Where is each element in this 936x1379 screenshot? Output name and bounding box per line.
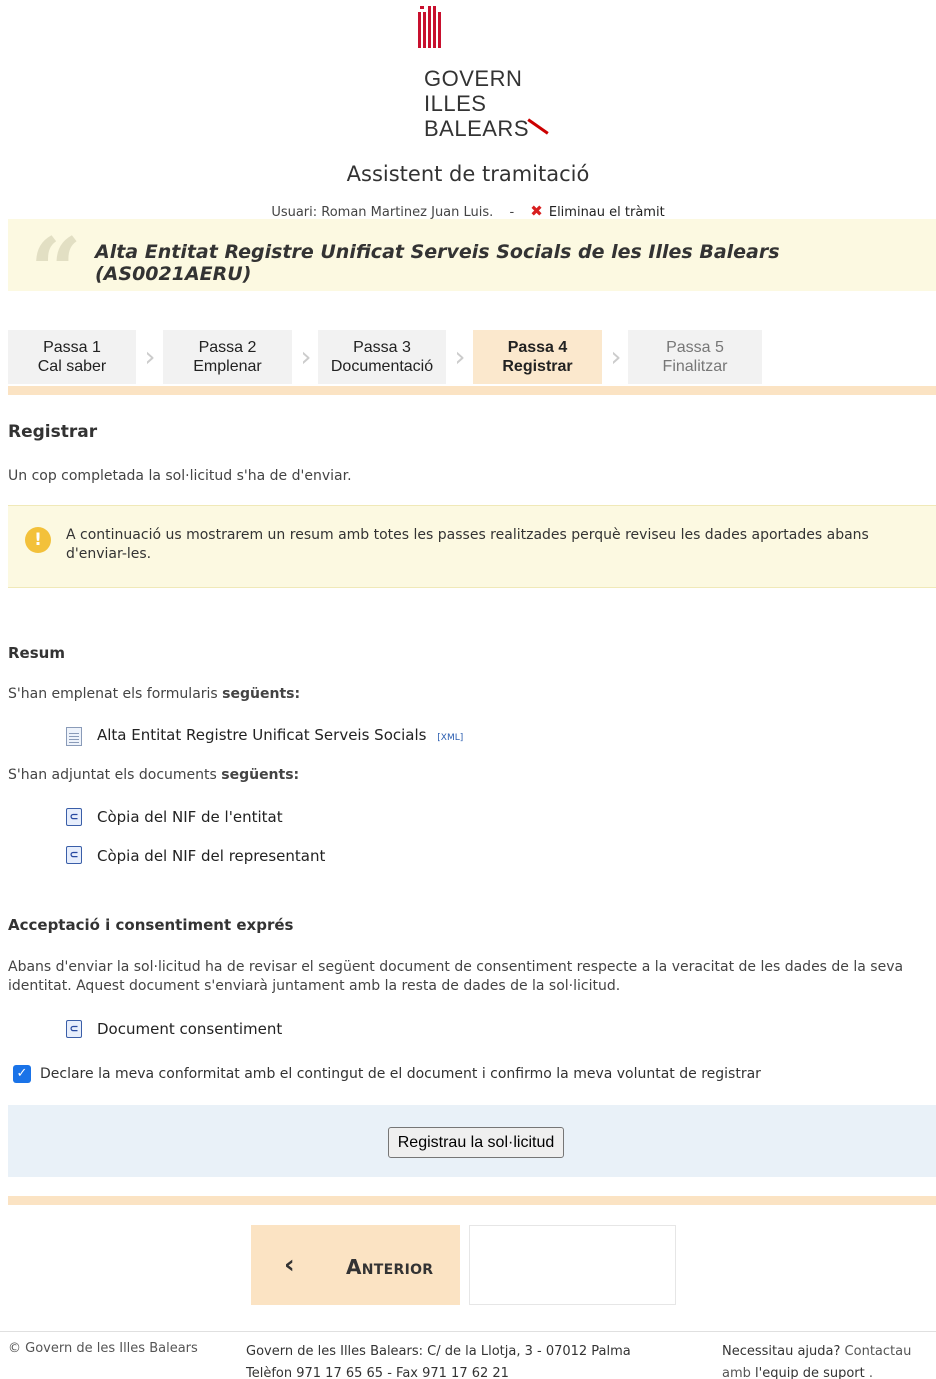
footer-help: Necessitau ajuda? Contactau amb l'equip … [722, 1344, 912, 1379]
step-5: Passa 5 Finalitzar [628, 330, 762, 384]
docs-intro: S'han adjuntat els documents següents: [8, 767, 300, 783]
bottom-divider [8, 1196, 936, 1205]
step-label: Emplenar [193, 358, 262, 375]
step-label: Cal saber [37, 358, 107, 375]
step-label: Registrar [502, 358, 573, 375]
step-2[interactable]: Passa 2 Emplenar [163, 330, 292, 384]
app-title: Assistent de tramitació [346, 162, 590, 186]
chevron-right-icon: › [144, 340, 156, 373]
xml-link[interactable]: [XML] [437, 733, 463, 743]
footer-divider [0, 1331, 936, 1332]
procedure-title: Alta Entitat Registre Unificat Serveis S… [95, 241, 780, 285]
alert-text: A continuació us mostrarem un resum amb … [66, 527, 869, 562]
step-4: Passa 4 Registrar [473, 330, 602, 384]
logo-slash-icon [527, 118, 549, 135]
attachment-icon: ⊂ [66, 846, 82, 864]
submit-button[interactable]: Registrau la sol·licitud [388, 1127, 564, 1158]
consent-checkbox-label[interactable]: Declare la meva conformitat amb el conti… [40, 1066, 761, 1082]
delete-icon[interactable]: ✖ [530, 202, 543, 220]
chevron-right-icon: › [454, 340, 466, 373]
intro-text: Un cop completada la sol·licitud s'ha de… [8, 468, 352, 484]
consent-checkbox[interactable]: ✓ [13, 1065, 31, 1083]
form-document-icon [66, 727, 82, 746]
user-label: Usuari: Roman Martinez Juan Luis. [271, 205, 494, 220]
step-number: Passa 3 [353, 339, 411, 356]
support-link[interactable]: l'equip de suport [755, 1366, 865, 1379]
summary-title: Resum [8, 644, 65, 662]
consent-text: Abans d'enviar la sol·licitud ha de revi… [8, 959, 904, 994]
attachment-icon: ⊂ [66, 808, 82, 826]
warning-icon: ! [25, 527, 51, 553]
consent-document-link[interactable]: Document consentiment [97, 1020, 282, 1038]
chevron-right-icon: › [610, 340, 622, 373]
steps-divider [8, 386, 936, 395]
step-number: Passa 5 [666, 339, 724, 356]
govern-logo-mark-icon [418, 6, 441, 48]
step-label: Finalitzar [662, 358, 728, 375]
chevron-left-icon[interactable]: ‹ [284, 1250, 295, 1280]
next-button-placeholder [469, 1225, 676, 1305]
step-1[interactable]: Passa 1 Cal saber [8, 330, 136, 384]
consent-title: Acceptació i consentiment exprés [8, 916, 294, 934]
previous-button-label[interactable]: Anterior [346, 1255, 433, 1279]
govern-logo-text: GOVERN ILLES BALEARS [424, 66, 550, 141]
attachment-icon: ⊂ [66, 1020, 82, 1038]
step-number: Passa 1 [43, 339, 101, 356]
step-number: Passa 4 [507, 339, 568, 356]
forms-intro: S'han emplenat els formularis següents: [8, 686, 301, 702]
document-item[interactable]: Còpia del NIF del representant [97, 847, 325, 865]
separator: - [509, 205, 515, 220]
form-item-label[interactable]: Alta Entitat Registre Unificat Serveis S… [97, 726, 426, 744]
document-item[interactable]: Còpia del NIF de l'entitat [97, 808, 283, 826]
quote-icon: “ [30, 218, 82, 324]
footer-address: Govern de les Illes Balears: C/ de la Ll… [246, 1344, 631, 1379]
step-3[interactable]: Passa 3 Documentació [318, 330, 446, 384]
form-item[interactable]: Alta Entitat Registre Unificat Serveis S… [97, 726, 463, 744]
step-number: Passa 2 [198, 339, 257, 356]
step-label: Documentació [330, 358, 434, 375]
footer-copyright: © Govern de les Illes Balears [8, 1341, 198, 1356]
delete-procedure-link[interactable]: Eliminau el tràmit [549, 205, 665, 220]
user-bar: Usuari: Roman Martinez Juan Luis. - ✖ Eli… [0, 202, 936, 220]
section-title: Registrar [8, 422, 98, 442]
chevron-right-icon: › [300, 340, 312, 373]
